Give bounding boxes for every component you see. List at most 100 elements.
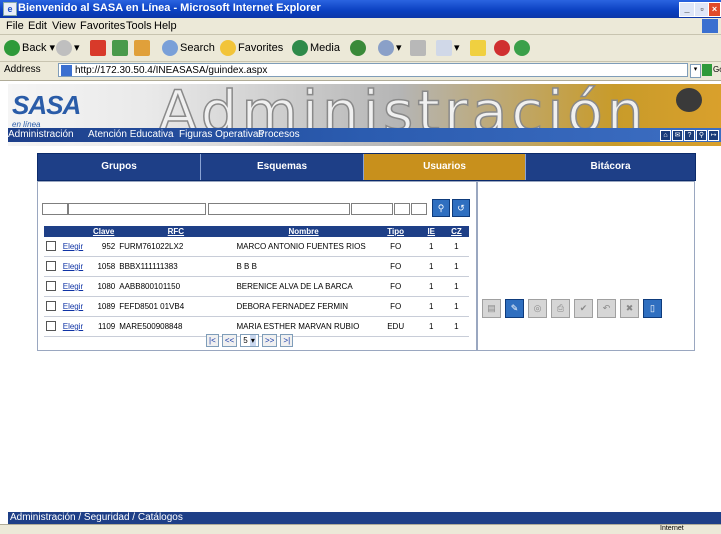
view-icon-button[interactable]: ◎ xyxy=(528,299,547,318)
search-button[interactable]: Search xyxy=(162,39,215,57)
minimize-button[interactable]: _ xyxy=(679,2,695,17)
tab-bitacora[interactable]: Bitácora xyxy=(526,154,695,180)
back-button[interactable]: Back ▾ xyxy=(4,39,55,57)
stop-icon xyxy=(90,40,106,57)
row-elegir-link[interactable]: Elegir xyxy=(63,242,83,251)
nav-atencion-educativa[interactable]: Atención Educativa xyxy=(88,129,174,140)
edit-button[interactable]: ▾ xyxy=(436,39,460,57)
status-zone: Internet xyxy=(660,525,684,532)
table-row[interactable]: Elegir 1080 AABB800101150 BERENICE ALVA DE … xyxy=(44,276,469,297)
header-cz[interactable]: CZ xyxy=(443,226,469,237)
menu-file[interactable]: File xyxy=(6,20,24,32)
row-elegir-link-cell: Elegir xyxy=(60,256,91,277)
cell-nombre-cell: B B B xyxy=(234,256,373,277)
page-select[interactable]: 5 ▾ xyxy=(240,334,259,347)
menu-edit[interactable]: Edit xyxy=(28,20,47,32)
clear-filter-button[interactable]: ↺ xyxy=(452,199,470,217)
menu-view[interactable]: View xyxy=(52,20,76,32)
pager-first-button[interactable]: |< xyxy=(206,334,219,347)
header-ie[interactable]: IE xyxy=(418,226,444,237)
filter-tipo[interactable] xyxy=(351,203,393,215)
row-checkbox[interactable] xyxy=(46,260,56,271)
header-link xyxy=(60,226,91,237)
mail-nav-icon[interactable]: ✉ xyxy=(672,130,683,141)
nav-figuras-operativas[interactable]: Figuras Operativas xyxy=(179,129,263,140)
footer-breadcrumb: Administración / Seguridad / Catálogos xyxy=(8,512,721,524)
menu-help[interactable]: Help xyxy=(154,20,177,32)
row-elegir-link-cell: Elegir xyxy=(60,276,91,297)
edit-icon-button[interactable]: ✎ xyxy=(505,299,524,318)
tab-usuarios[interactable]: Usuarios xyxy=(364,154,526,180)
header-tipo[interactable]: Tipo xyxy=(372,226,419,237)
row-elegir-link[interactable]: Elegir xyxy=(63,322,83,331)
history-button[interactable] xyxy=(350,39,368,57)
header-rfc[interactable]: RFC xyxy=(117,226,235,237)
accept-icon-button[interactable]: ✔ xyxy=(574,299,593,318)
address-dropdown[interactable]: ▾ xyxy=(690,64,701,78)
row-checkbox[interactable] xyxy=(46,320,56,331)
refresh-button[interactable] xyxy=(112,39,130,57)
forward-button[interactable]: ▾ xyxy=(56,39,80,57)
filter-ie[interactable] xyxy=(394,203,410,215)
row-checkbox[interactable] xyxy=(46,280,56,291)
forward-arrow-icon xyxy=(56,40,72,57)
row-elegir-link[interactable]: Elegir xyxy=(63,262,83,271)
filter-check[interactable] xyxy=(42,203,68,215)
nav-administracion[interactable]: Administración xyxy=(8,129,74,140)
nav-procesos[interactable]: Procesos xyxy=(258,129,300,140)
users-button[interactable] xyxy=(514,39,532,57)
media-button[interactable]: Media xyxy=(292,39,340,57)
search-nav-icon[interactable]: ⚲ xyxy=(696,130,707,141)
search-icon xyxy=(162,40,178,57)
cell-rfc: FURM761022LX2 xyxy=(119,242,184,251)
help-nav-icon[interactable]: ? xyxy=(684,130,695,141)
header-select xyxy=(44,226,61,237)
pager-last-button[interactable]: >| xyxy=(280,334,294,347)
undo-icon-button[interactable]: ↶ xyxy=(597,299,616,318)
table-row[interactable]: Elegir 952 FURM761022LX2 MARCO ANTONIO FUEN… xyxy=(44,237,469,257)
go-button[interactable]: Go xyxy=(713,65,721,74)
messenger-button[interactable] xyxy=(494,39,512,57)
favorites-button[interactable]: Favorites xyxy=(220,39,283,57)
mail-button[interactable]: ▾ xyxy=(378,39,402,57)
table-row[interactable]: Elegir 1058 BBBX111111383 B B B FO 1 1 xyxy=(44,256,469,277)
stop-button[interactable] xyxy=(90,39,108,57)
row-elegir-link[interactable]: Elegir xyxy=(63,282,83,291)
new-icon-button[interactable]: ▤ xyxy=(482,299,501,318)
messenger-icon xyxy=(494,40,510,57)
close-button[interactable]: × xyxy=(708,2,721,17)
search-filter-button[interactable]: ⚲ xyxy=(432,199,450,217)
home-nav-icon[interactable]: ⌂ xyxy=(660,130,671,141)
cell-tipo-cell: EDU xyxy=(372,316,419,337)
tab-grupos[interactable]: Grupos xyxy=(38,154,201,180)
exit-icon-button[interactable]: ▯ xyxy=(643,299,662,318)
cell-clave-cell: 1080 xyxy=(90,276,118,297)
table-row[interactable]: Elegir 1089 FEFD8501 01VB4 DEBORA FERNADEZ … xyxy=(44,296,469,317)
discuss-button[interactable] xyxy=(470,39,488,57)
address-input[interactable]: http://172.30.50.4/INEASASA/guindex.aspx xyxy=(58,63,688,77)
menu-favorites[interactable]: Favorites xyxy=(80,20,125,32)
print-button[interactable] xyxy=(410,39,428,57)
filter-clave-rfc[interactable] xyxy=(68,203,206,215)
delete-icon-button[interactable]: ✖ xyxy=(620,299,639,318)
home-button[interactable] xyxy=(134,39,152,57)
cell-select xyxy=(44,237,61,257)
exit-nav-icon[interactable]: ↦ xyxy=(708,130,719,141)
cell-cz-cell: 1 xyxy=(443,276,469,297)
page-select-value: 5 xyxy=(243,336,248,345)
header-clave[interactable]: Clave xyxy=(90,226,118,237)
menu-tools[interactable]: Tools xyxy=(126,20,152,32)
pager-next-button[interactable]: >> xyxy=(261,334,278,347)
row-checkbox[interactable] xyxy=(46,240,56,251)
pager-prev-button[interactable]: << xyxy=(221,334,238,347)
row-checkbox[interactable] xyxy=(46,300,56,311)
header-nombre[interactable]: Nombre xyxy=(234,226,373,237)
print-icon-button[interactable]: ⎙ xyxy=(551,299,570,318)
row-elegir-link[interactable]: Elegir xyxy=(63,302,83,311)
tab-esquemas[interactable]: Esquemas xyxy=(201,154,364,180)
cell-cz: 1 xyxy=(454,262,459,271)
filter-cz[interactable] xyxy=(411,203,427,215)
sasa-logo: SASA xyxy=(12,90,81,120)
row-elegir-link-cell: Elegir xyxy=(60,237,91,257)
filter-nombre[interactable] xyxy=(208,203,350,215)
